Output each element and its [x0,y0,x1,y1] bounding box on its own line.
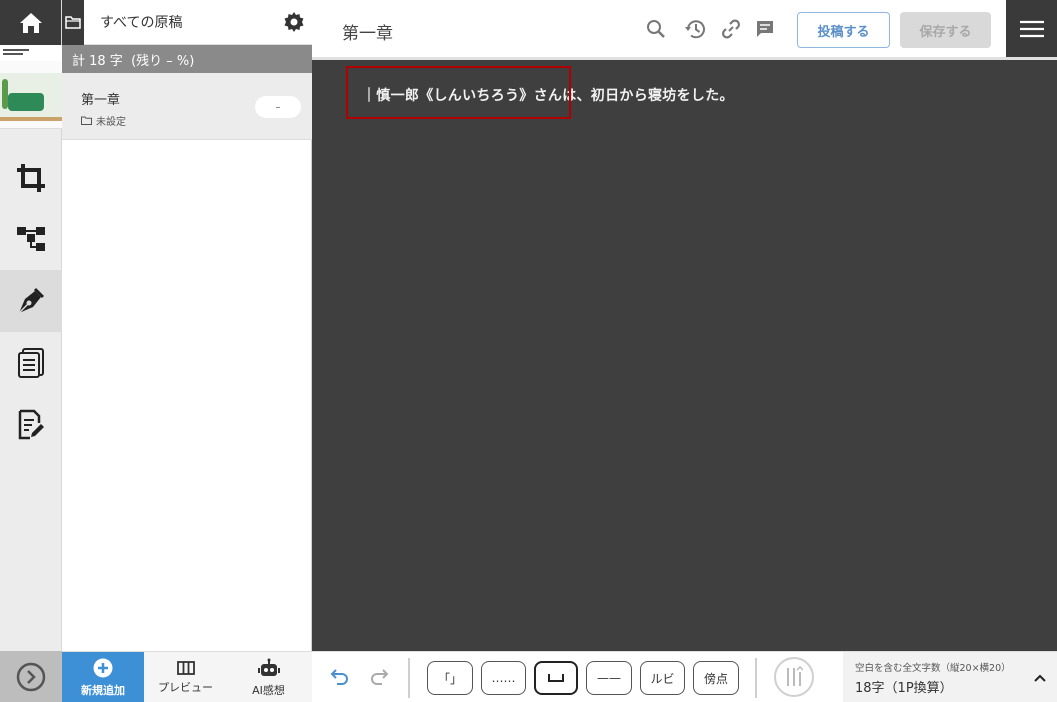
new-manuscript-label: 新規追加 [81,683,125,697]
stats-label: 空白を含む全文字数（縦20×横20） [855,663,1011,674]
editor-area[interactable]: ｜慎一郎《しんいちろう》さんは、初日から寝坊をした。 [312,60,1057,651]
cover-sofa [8,93,44,111]
character-stats: 空白を含む全文字数（縦20×横20） 18字（1P換算） [843,652,1057,702]
folder-icon [81,116,92,125]
documents-tool-button[interactable] [0,332,62,394]
structure-tool-button[interactable] [0,208,62,270]
write-tool-button[interactable] [0,270,62,332]
cover-image [0,45,62,61]
ai-feedback-button[interactable]: AI感想 [227,652,310,702]
insert-ruby-button[interactable]: ルビ [640,661,685,695]
doc-status-badge: – [255,96,301,118]
link-icon [722,19,740,39]
crop-icon [17,164,45,192]
editor-bottom-bar: 「」 …… —— ルビ 傍点 空白を含む全文字数（縦20×横20） 18字（1P… [312,651,1057,702]
history-button[interactable] [683,17,707,41]
preview-button[interactable]: プレビュー [144,652,227,702]
edit-document-icon [18,409,44,440]
chevron-up-icon [1034,674,1046,682]
stats-value: 18字（1P換算） [855,681,953,696]
cover-floor [0,117,62,121]
space-icon [548,674,564,682]
manuscript-panel: すべての原稿 計 18 字 (残り – %) 第一章 未設定 – 新規追加 プレ… [62,0,312,702]
character-count-bar: 計 18 字 (残り – %) [62,45,312,73]
cover-thumbnail[interactable] [0,45,62,129]
robot-icon [257,658,280,676]
insert-bouten-button[interactable]: 傍点 [693,661,739,695]
panel-title: すべての原稿 [100,15,183,31]
new-manuscript-button[interactable]: 新規追加 [62,652,144,702]
crop-tool-button[interactable] [0,147,62,209]
chevron-right-circle-icon [16,662,46,691]
editor-toolbar: 第一章 投稿する 保存する [312,0,1057,60]
doc-folder-name: 未設定 [96,117,126,128]
history-icon [685,20,705,39]
insert-space-button[interactable] [534,661,578,695]
columns-icon [176,660,195,675]
left-rail [0,0,62,702]
character-count-text: 計 18 字 (残り – %) [72,53,195,69]
vertical-writing-toggle[interactable] [774,657,814,697]
stats-expand-button[interactable] [1033,668,1047,687]
undo-button[interactable] [327,664,353,690]
home-icon [0,0,61,45]
insert-ellipsis-button[interactable]: …… [481,661,526,695]
search-button[interactable] [644,17,668,41]
plus-circle-icon [93,658,113,677]
search-icon [647,20,665,38]
toolbar-divider [408,658,410,698]
insert-dash-button[interactable]: —— [586,661,632,695]
post-button[interactable]: 投稿する [797,12,890,48]
home-button[interactable] [0,0,62,45]
comment-icon [757,21,773,37]
redo-button[interactable] [366,664,392,690]
folder-icon [65,16,81,29]
panel-footer: 新規追加 プレビュー AI感想 [62,651,312,702]
link-button[interactable] [719,17,743,41]
vertical-lines-icon [787,666,803,686]
doc-folder-label: 未設定 [81,113,126,128]
fountain-pen-icon [18,287,45,314]
folder-button[interactable] [62,0,84,45]
save-button[interactable]: 保存する [900,12,991,48]
settings-button[interactable] [276,11,312,33]
tree-structure-icon [17,227,45,251]
doc-title: 第一章 [81,93,121,108]
ai-feedback-label: AI感想 [252,683,285,697]
documents-icon [18,348,44,378]
comment-button[interactable] [753,17,777,41]
redo-icon [371,669,389,685]
toolbar-divider [755,658,757,698]
menu-button[interactable] [1006,0,1057,57]
preview-label: プレビュー [158,680,213,694]
expand-rail-button[interactable] [0,651,62,702]
hamburger-menu-icon [1019,20,1044,37]
insert-brackets-button[interactable]: 「」 [427,661,473,695]
list-item[interactable]: 第一章 未設定 – [62,73,312,140]
gear-icon [284,12,304,32]
edit-notes-tool-button[interactable] [0,394,62,456]
ruby-highlight-box [346,66,571,119]
panel-header: すべての原稿 [62,0,312,45]
chapter-title[interactable]: 第一章 [342,19,393,44]
undo-icon [330,669,348,685]
